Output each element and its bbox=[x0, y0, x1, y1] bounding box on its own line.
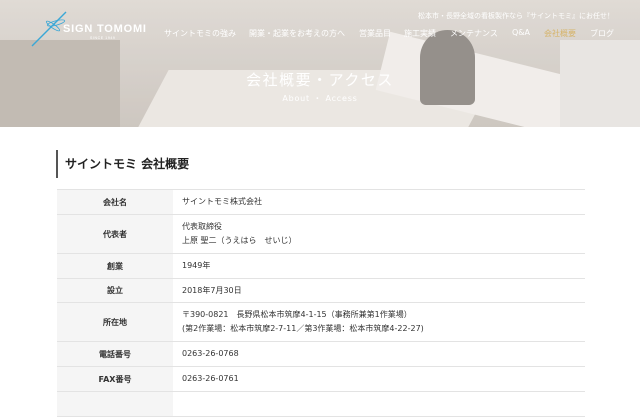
nav-startup[interactable]: 開業・起業をお考えの方へ bbox=[249, 28, 345, 39]
row-value-line: 0263-26-0761 bbox=[182, 374, 239, 383]
logo-since: SINCE 1949 bbox=[90, 36, 116, 40]
row-value-line: 1949年 bbox=[182, 261, 211, 270]
nav-qa[interactable]: Q&A bbox=[512, 28, 530, 37]
row-label: 所在地 bbox=[57, 303, 173, 341]
row-value-line: 代表取締役 bbox=[182, 222, 222, 231]
nav-works[interactable]: 施工実績 bbox=[404, 28, 436, 39]
row-value: 1949年 bbox=[173, 254, 585, 278]
nav-strengths[interactable]: サイントモミの強み bbox=[164, 28, 236, 39]
row-label: 設立 bbox=[57, 279, 173, 302]
section-heading: サイントモミ 会社概要 bbox=[56, 150, 189, 178]
row-label: 会社名 bbox=[57, 190, 173, 214]
row-value-line: 0263-26-0768 bbox=[182, 349, 239, 358]
table-row: 設立 2018年7月30日 bbox=[57, 279, 585, 303]
table-row: 代表者 代表取締役 上原 聖二（うえはら せいじ） bbox=[57, 215, 585, 254]
row-value-empty bbox=[173, 392, 585, 416]
header-tagline: 松本市・長野全域の看板製作なら『サイントモミ』にお任せ！ bbox=[418, 12, 614, 20]
table-row-partial bbox=[57, 392, 585, 417]
row-label: 電話番号 bbox=[57, 342, 173, 366]
table-row: 会社名 サイントモミ株式会社 bbox=[57, 190, 585, 215]
row-value-line: 〒390-0821 長野県松本市筑摩4-1-15（事務所兼第1作業場） bbox=[182, 310, 412, 319]
row-value: 〒390-0821 長野県松本市筑摩4-1-15（事務所兼第1作業場） (第2作… bbox=[173, 303, 585, 341]
page-subtitle: About ・ Access bbox=[282, 94, 358, 103]
row-value: 0263-26-0768 bbox=[173, 342, 585, 366]
table-row: 所在地 〒390-0821 長野県松本市筑摩4-1-15（事務所兼第1作業場） … bbox=[57, 303, 585, 342]
table-row: 電話番号 0263-26-0768 bbox=[57, 342, 585, 367]
page-title: 会社概要・アクセス bbox=[246, 71, 394, 89]
table-row: 創業 1949年 bbox=[57, 254, 585, 279]
row-label-empty bbox=[57, 392, 173, 416]
nav-maintenance[interactable]: メンテナンス bbox=[450, 28, 498, 39]
row-value: 2018年7月30日 bbox=[173, 279, 585, 302]
row-value-line: (第2作業場：松本市筑摩2-7-11／第3作業場：松本市筑摩4-22-27) bbox=[182, 324, 424, 333]
row-label: 代表者 bbox=[57, 215, 173, 253]
site-logo[interactable]: SIGN TOMOMI SINCE 1949 bbox=[30, 10, 180, 50]
row-label: 創業 bbox=[57, 254, 173, 278]
row-value-line: サイントモミ株式会社 bbox=[182, 197, 262, 206]
logo-wordmark: SIGN TOMOMI bbox=[63, 23, 147, 35]
nav-products[interactable]: 営業品目 bbox=[359, 28, 391, 39]
row-value-line: 上原 聖二（うえはら せいじ） bbox=[182, 236, 297, 245]
global-nav: サイントモミの強み 開業・起業をお考えの方へ 営業品目 施工実績 メンテナンス … bbox=[164, 28, 616, 40]
row-value-line: 2018年7月30日 bbox=[182, 285, 242, 295]
company-info-table: 会社名 サイントモミ株式会社 代表者 代表取締役 上原 聖二（うえはら せいじ）… bbox=[57, 189, 585, 417]
table-row: FAX番号 0263-26-0761 bbox=[57, 367, 585, 392]
nav-blog[interactable]: ブログ bbox=[590, 28, 614, 39]
row-label: FAX番号 bbox=[57, 367, 173, 391]
row-value: 0263-26-0761 bbox=[173, 367, 585, 391]
row-value: サイントモミ株式会社 bbox=[173, 190, 585, 214]
hero-banner: SIGN TOMOMI SINCE 1949 松本市・長野全域の看板製作なら『サ… bbox=[0, 0, 640, 127]
nav-company[interactable]: 会社概要 bbox=[544, 28, 576, 39]
row-value: 代表取締役 上原 聖二（うえはら せいじ） bbox=[173, 215, 585, 253]
